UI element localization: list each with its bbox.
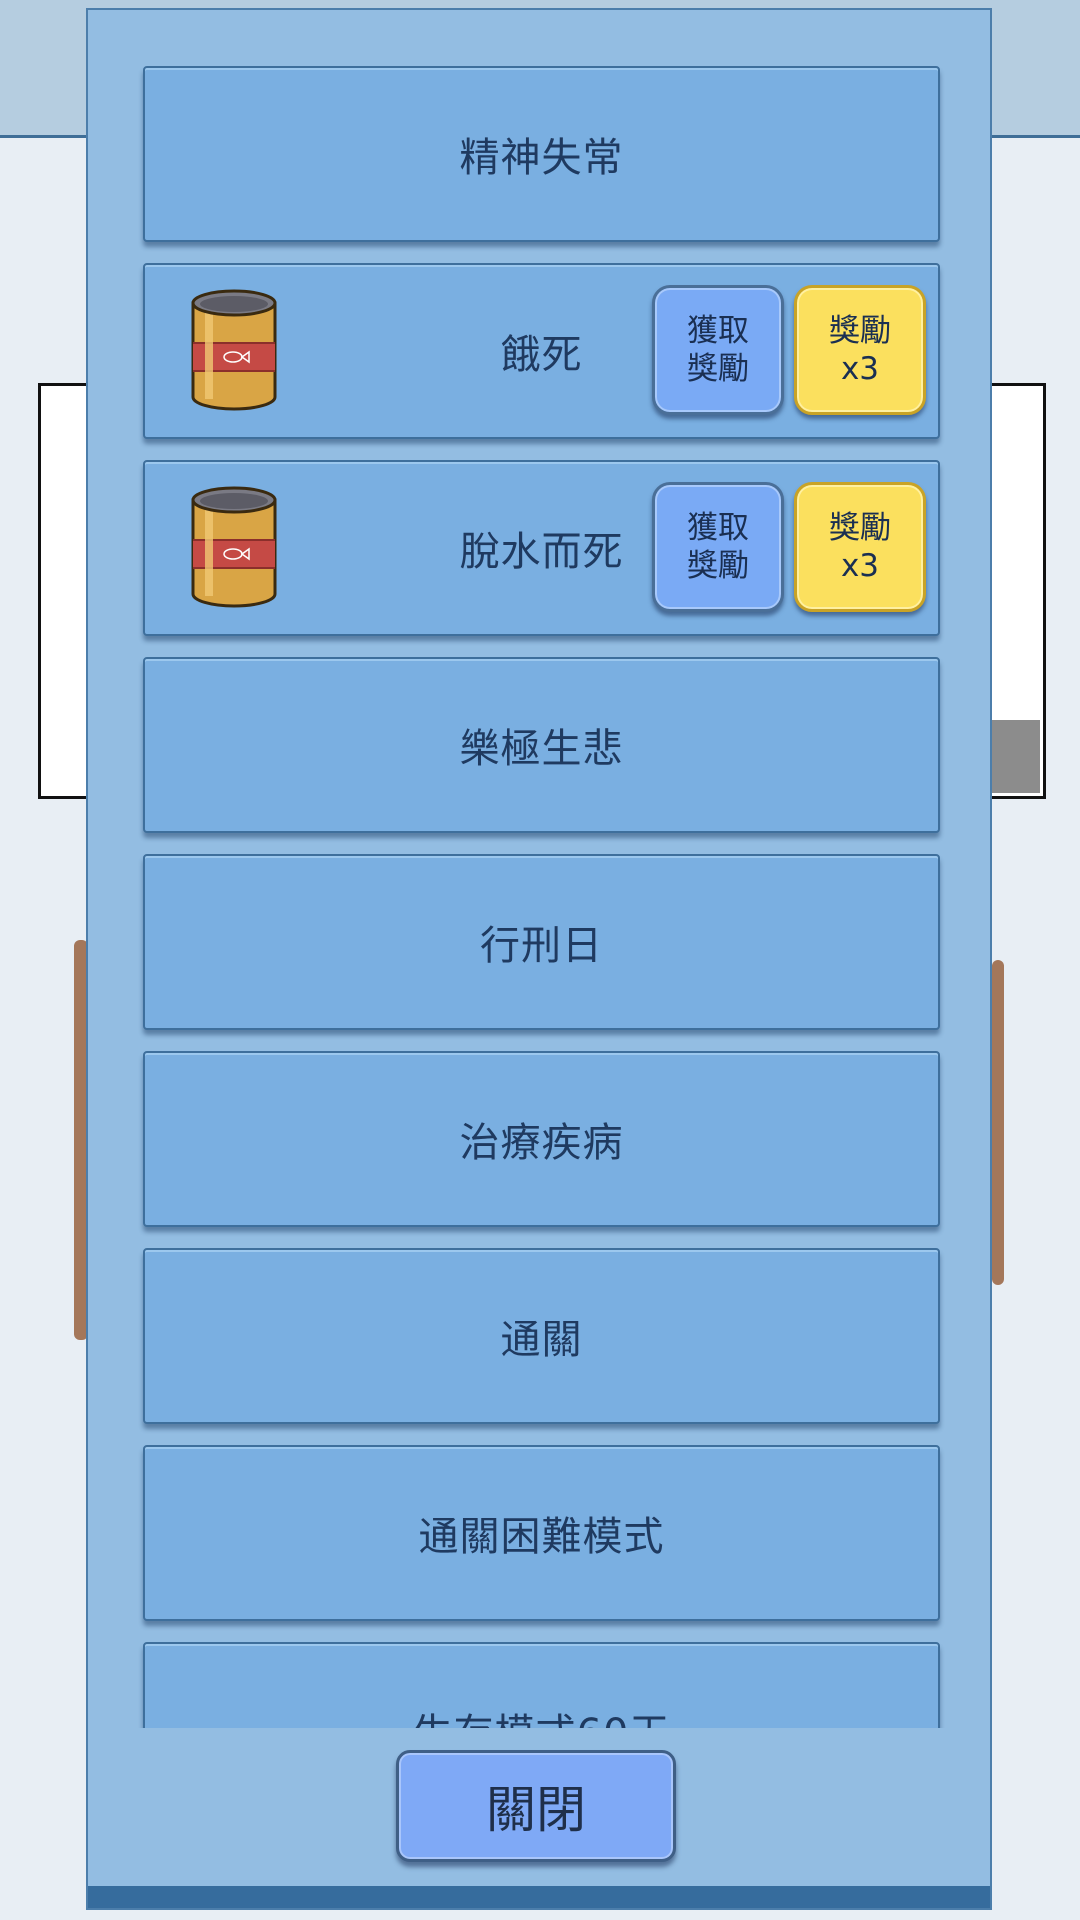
get-reward-button[interactable]: 獲取 獎勵 (652, 285, 784, 415)
close-button-label: 關閉 (486, 1781, 586, 1839)
get-reward-button[interactable]: 獲取 獎勵 (652, 482, 784, 612)
achievement-row[interactable]: 樂極生悲 (143, 657, 940, 833)
reward-x3-label: 獎勵 x3 (829, 510, 891, 584)
achievement-label: 通關 (500, 1317, 583, 1363)
background-wood-right (992, 960, 1004, 1285)
get-reward-label: 獲取 獎勵 (687, 313, 749, 387)
close-button[interactable]: 關閉 (396, 1750, 676, 1862)
achievement-label: 樂極生悲 (459, 726, 624, 772)
achievement-label: 治療疾病 (459, 1120, 624, 1166)
achievement-row[interactable]: 治療疾病 (143, 1051, 940, 1227)
get-reward-label: 獲取 獎勵 (687, 510, 749, 584)
background-gray-block (990, 720, 1040, 793)
reward-x3-label: 獎勵 x3 (829, 313, 891, 387)
achievement-label: 精神失常 (459, 135, 624, 181)
achievement-row[interactable]: 精神失常 (143, 66, 940, 242)
achievement-row[interactable]: 脫水而死 獲取 獎勵 獎勵 x3 (143, 460, 940, 636)
achievement-row[interactable]: 通關 (143, 1248, 940, 1424)
achievement-label: 通關困難模式 (418, 1514, 665, 1560)
achievement-label: 生存模式60天 (145, 1644, 938, 1728)
reward-x3-button[interactable]: 獎勵 x3 (794, 482, 926, 612)
achievement-label: 行刑日 (480, 923, 603, 969)
achievement-row[interactable]: 行刑日 (143, 854, 940, 1030)
achievement-row[interactable]: 通關困難模式 (143, 1445, 940, 1621)
achievement-row[interactable]: 餓死 獲取 獎勵 獎勵 x3 (143, 263, 940, 439)
achievements-panel: 精神失常 餓死 獲取 獎勵 獎勵 x3 脫水而死 獲取 獎勵 獎勵 x3 樂極生… (86, 8, 992, 1910)
achievement-row[interactable]: 生存模式60天 (143, 1642, 940, 1728)
panel-bottom-bar (88, 1886, 990, 1908)
reward-x3-button[interactable]: 獎勵 x3 (794, 285, 926, 415)
achievement-list[interactable]: 精神失常 餓死 獲取 獎勵 獎勵 x3 脫水而死 獲取 獎勵 獎勵 x3 樂極生… (88, 10, 990, 1728)
